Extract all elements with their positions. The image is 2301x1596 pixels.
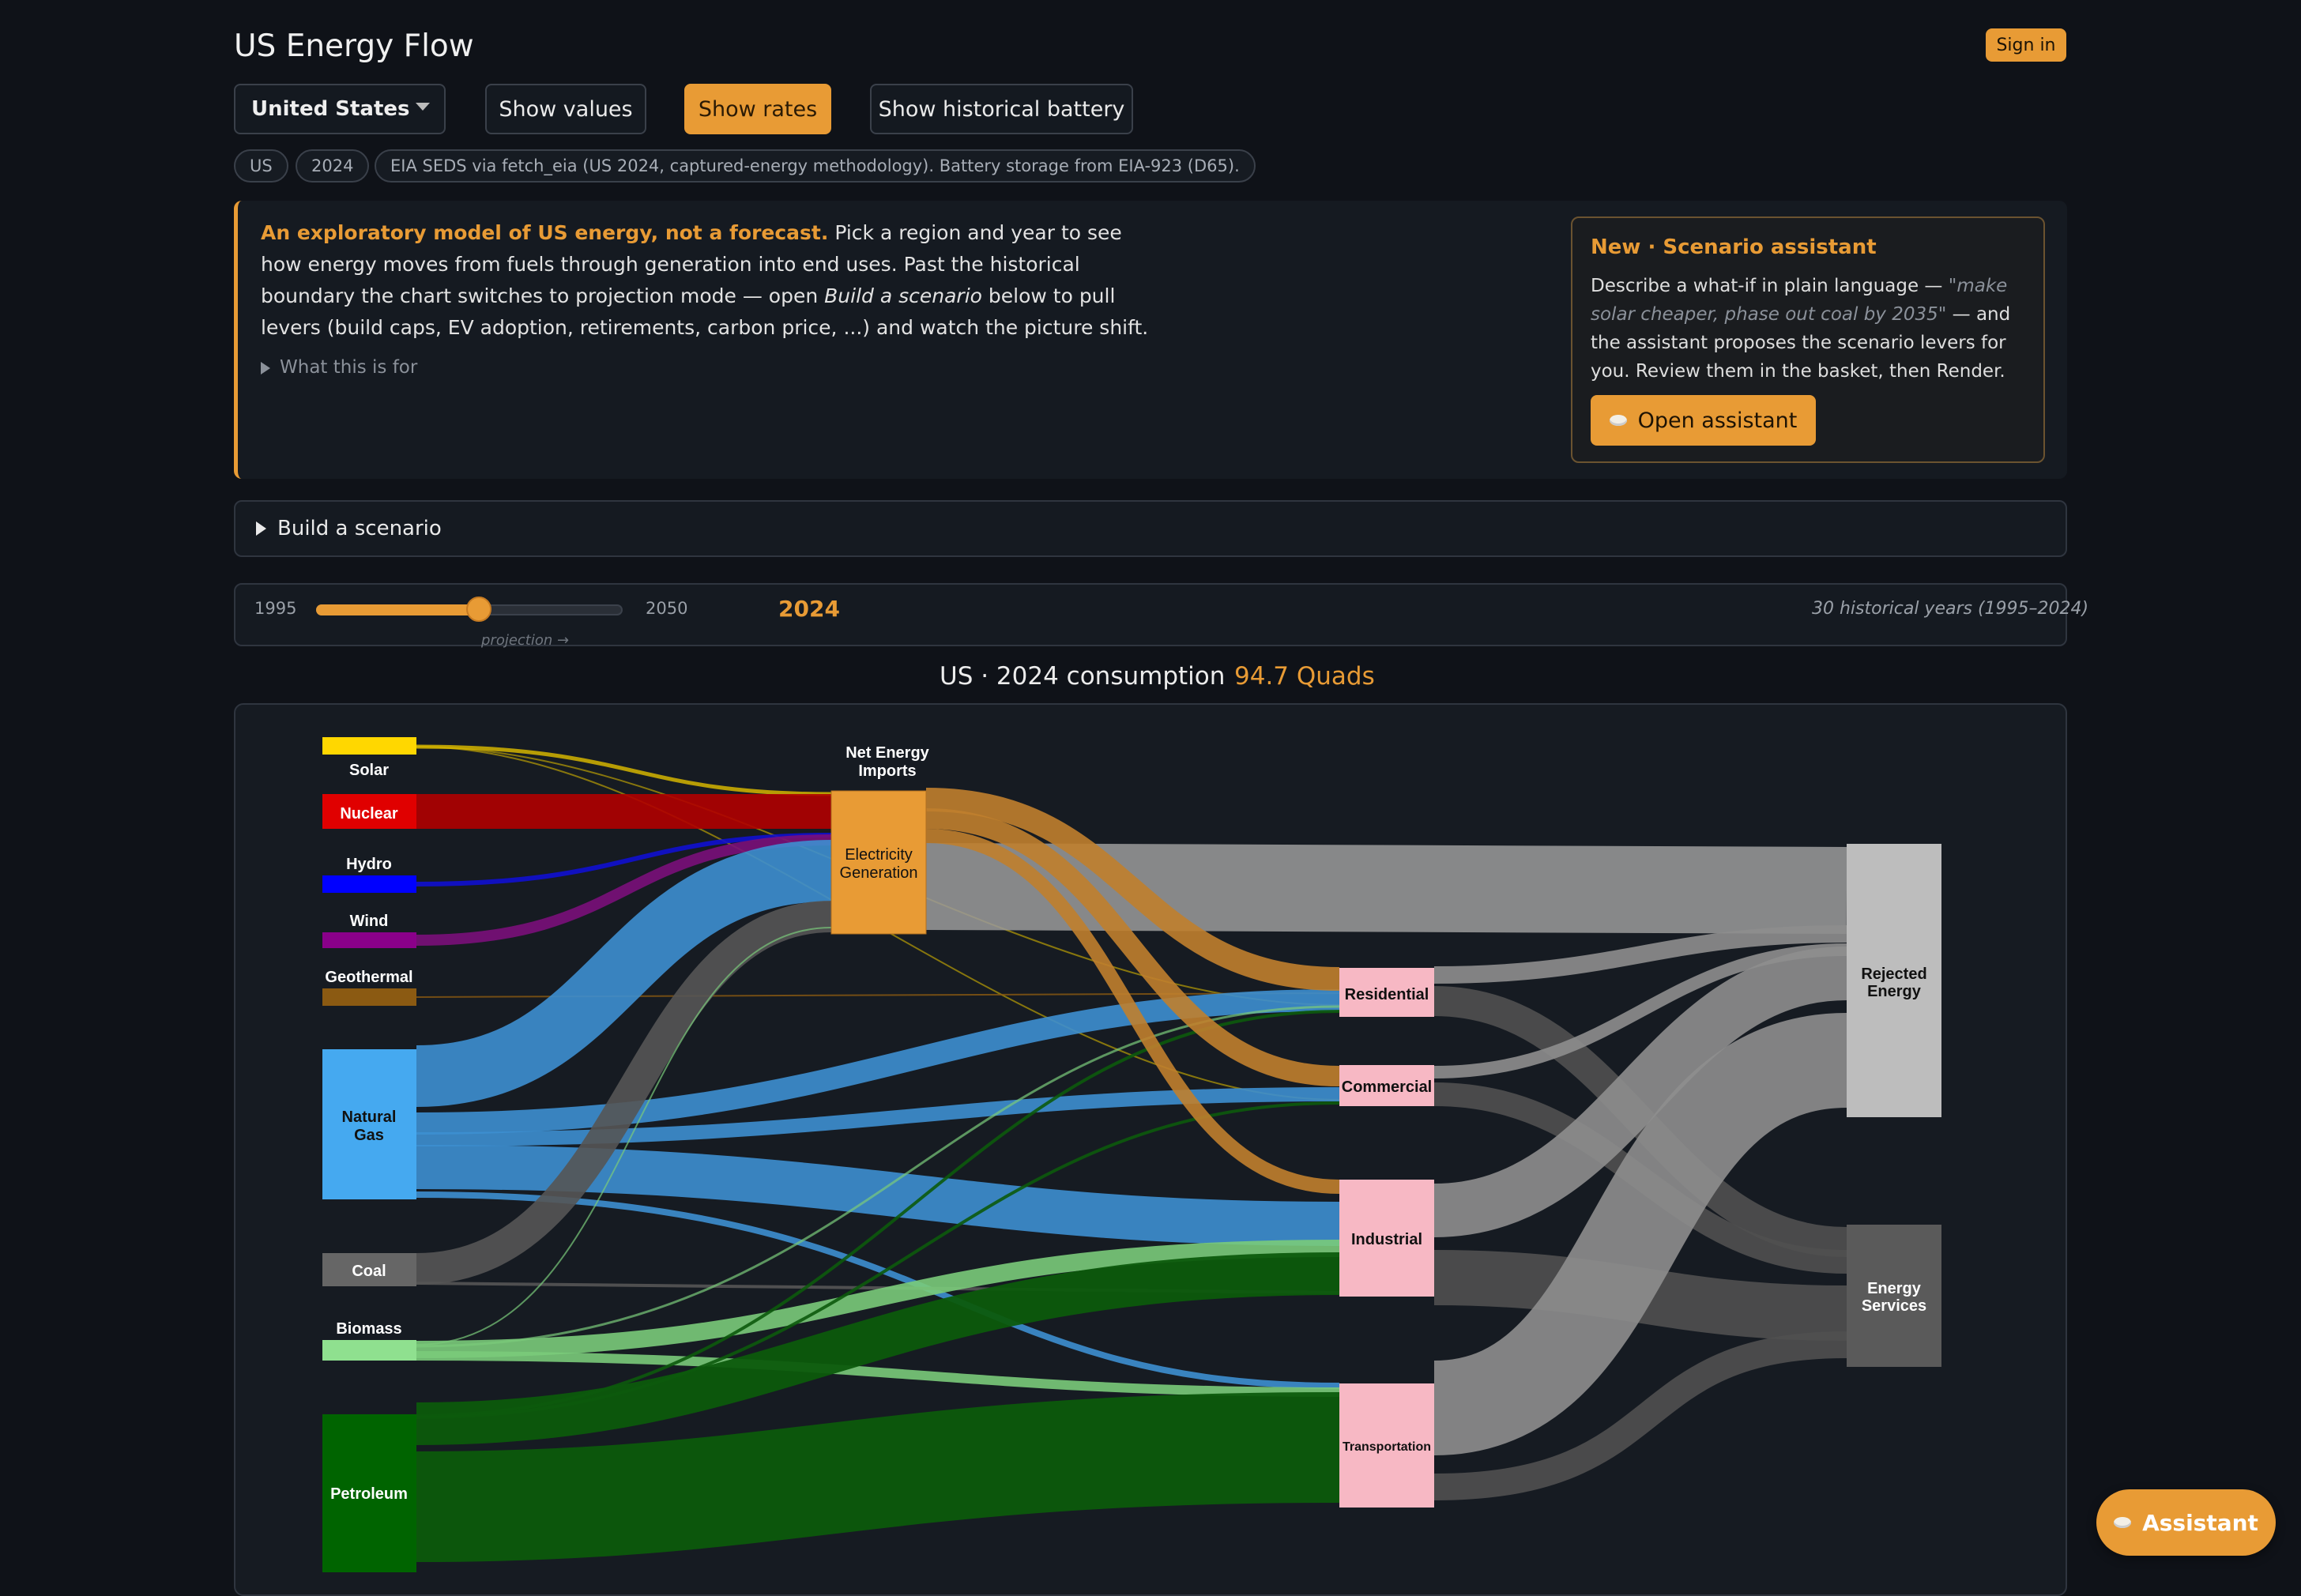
- label-transportation: Transportation: [1343, 1440, 1431, 1454]
- current-year: 2024: [778, 596, 840, 622]
- link-solar-electricity: [416, 744, 832, 796]
- region-select-value: United States: [251, 97, 410, 121]
- year-tag: 2024: [296, 149, 370, 183]
- intro-body-em: Build a scenario: [824, 284, 982, 307]
- show-values-button[interactable]: Show values: [485, 84, 646, 134]
- label-hydro: Hydro: [346, 856, 392, 873]
- assistant-fab-label: Assistant: [2142, 1509, 2258, 1536]
- region-tag: US: [234, 149, 288, 183]
- node-biomass: [322, 1340, 416, 1361]
- label-coal: Coal: [352, 1263, 386, 1280]
- label-petroleum: Petroleum: [330, 1485, 408, 1503]
- label-electricity-2: Generation: [840, 864, 918, 882]
- label-net-imports-1: Net Energy: [845, 744, 929, 762]
- label-rejected-1: Rejected: [1861, 966, 1926, 983]
- sankey-chart: Solar Nuclear Hydro Wind Geothermal Natu…: [234, 703, 2067, 1596]
- intro-text: An exploratory model of US energy, not a…: [261, 217, 1154, 344]
- consumption-title: US · 2024 consumption: [940, 662, 1226, 691]
- consumption-value: 94.7 Quads: [1234, 662, 1375, 691]
- label-industrial: Industrial: [1351, 1231, 1422, 1248]
- label-solar: Solar: [349, 762, 389, 779]
- label-geothermal: Geothermal: [325, 969, 412, 986]
- assistant-card-description: Describe a what-if in plain language — "…: [1591, 272, 2033, 386]
- caret-right-icon: [256, 521, 266, 536]
- link-petroleum-transportation: [416, 1392, 1340, 1562]
- historical-years-note: 30 historical years (1995–2024): [1812, 599, 2089, 619]
- label-services-2: Services: [1862, 1297, 1926, 1315]
- chat-bubble-icon: [2114, 1517, 2132, 1528]
- year-min-label: 1995: [254, 599, 297, 618]
- label-natural-gas-1: Natural: [342, 1109, 397, 1126]
- year-max-label: 2050: [646, 599, 688, 618]
- build-scenario-label: Build a scenario: [277, 517, 442, 540]
- label-commercial: Commercial: [1342, 1078, 1433, 1096]
- what-this-is-for-toggle[interactable]: What this is for: [261, 357, 417, 378]
- projection-marker-label: projection →: [481, 632, 570, 649]
- show-rates-button[interactable]: Show rates: [684, 84, 831, 134]
- link-gas-electricity: [416, 840, 832, 1107]
- assistant-desc-1: Describe a what-if in plain language —: [1591, 276, 1949, 296]
- page-title: US Energy Flow: [234, 28, 474, 64]
- caret-right-icon: [261, 361, 270, 375]
- source-tag: EIA SEDS via fetch_eia (US 2024, capture…: [375, 149, 1256, 183]
- label-net-imports-2: Imports: [858, 762, 916, 780]
- label-nuclear: Nuclear: [340, 805, 398, 822]
- open-assistant-button[interactable]: Open assistant: [1591, 395, 1816, 446]
- assistant-card-title: New · Scenario assistant: [1591, 235, 1877, 259]
- node-solar: [322, 737, 416, 755]
- year-slider-thumb[interactable]: [466, 597, 491, 622]
- label-biomass: Biomass: [336, 1320, 401, 1338]
- open-assistant-label: Open assistant: [1637, 408, 1798, 433]
- node-wind: [322, 932, 416, 948]
- label-electricity-1: Electricity: [845, 846, 913, 864]
- assistant-fab-button[interactable]: Assistant: [2096, 1489, 2276, 1556]
- label-residential: Residential: [1345, 986, 1429, 1003]
- label-rejected-2: Energy: [1867, 983, 1922, 1000]
- label-natural-gas-2: Gas: [354, 1127, 384, 1144]
- chat-bubble-icon: [1609, 415, 1627, 426]
- label-wind: Wind: [350, 913, 389, 930]
- chevron-down-icon: [416, 103, 430, 111]
- label-services-1: Energy: [1867, 1280, 1922, 1297]
- year-slider-fill: [316, 604, 478, 615]
- link-electricity-rejected: [925, 843, 1847, 934]
- intro-lead: An exploratory model of US energy, not a…: [261, 221, 829, 244]
- what-for-label: What this is for: [280, 357, 418, 378]
- node-hydro: [322, 875, 416, 893]
- show-historical-battery-button[interactable]: Show historical battery: [870, 84, 1133, 134]
- sankey-svg: Solar Nuclear Hydro Wind Geothermal Natu…: [322, 737, 1941, 1572]
- node-geothermal: [322, 988, 416, 1006]
- build-scenario-toggle[interactable]: Build a scenario: [234, 500, 2067, 557]
- sign-in-button[interactable]: Sign in: [1986, 28, 2066, 62]
- region-select[interactable]: United States: [234, 84, 446, 134]
